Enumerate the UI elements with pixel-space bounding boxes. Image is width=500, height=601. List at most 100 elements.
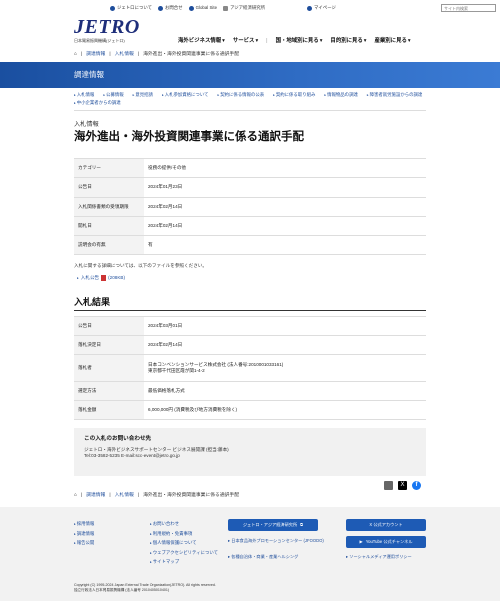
logo-mark: JETRO <box>74 16 140 38</box>
details-value: 役務の提供/その他 <box>144 158 426 179</box>
ide-button-label: ジェトロ・アジア経済研究所 <box>242 522 298 528</box>
subnav-opinion[interactable]: 意見招請 <box>133 92 153 98</box>
nav-services[interactable]: サービス ▾ <box>233 38 258 45</box>
nav-label: 国・地域別に見る <box>275 38 319 44</box>
table-row: 落札金額 6,000,000円 (消費税及び地方消費税を除く) <box>74 400 426 420</box>
utility-ide-link[interactable]: アジア経済研究所 <box>223 5 265 11</box>
subnav-bids[interactable]: 入札情報 <box>74 92 95 98</box>
nav-by-industry[interactable]: 産業別に見る ▾ <box>375 38 411 45</box>
result-heading: 入札結果 <box>74 297 111 307</box>
table-row: 選定方法 最低価格落札方式 <box>74 381 426 401</box>
user-icon <box>307 5 313 11</box>
subnav-contract-disclosure[interactable]: 契約に係る情報の公表 <box>217 92 264 98</box>
nav-separator: | <box>266 38 268 44</box>
table-row: 公告日 2024年03月01日 <box>74 316 426 336</box>
table-row: 公告日 2024年01月23日 <box>74 177 426 198</box>
table-row: 落札決定日 2024年02月14日 <box>74 335 426 355</box>
results-key: 落札決定日 <box>74 335 144 355</box>
result-heading-underline <box>74 310 426 311</box>
nav-by-country[interactable]: 国・地域別に見る ▾ <box>276 38 323 45</box>
utility-about-link[interactable]: ジェトロについて <box>110 5 152 11</box>
subnav-disability[interactable]: 障害者就労施設からの調達 <box>367 92 423 98</box>
contact-heading: この入札のお問い合わせ先 <box>84 436 152 442</box>
details-value: 2024年01月23日 <box>144 177 426 198</box>
breadcrumb-bottom: ⌂ | 調達情報 | 入札情報 | 海外進出・海外投資関連事業に係る通訳手配 <box>74 493 240 499</box>
subnav-public-offers[interactable]: 公募情報 <box>103 92 124 98</box>
utility-contact-label: お問合せ <box>165 5 183 11</box>
footer-link-careers[interactable]: 採用情報 <box>74 521 95 527</box>
logo-subtitle: 日本貿易振興機構(ジェトロ) <box>74 38 125 43</box>
subnav-qualification[interactable]: 入札参加資格について <box>162 92 209 98</box>
jetro-logo[interactable]: JETRO 日本貿易振興機構(ジェトロ) <box>74 17 140 43</box>
footer-col-2: お問い合わせ 利用規約・免責事項 個人情報保護について ウェブアクセシビリティに… <box>150 521 218 569</box>
home-icon[interactable]: ⌂ <box>74 52 77 58</box>
subnav-contract-efforts[interactable]: 契約に係る取り組み <box>273 92 316 98</box>
pdf-size: (208KB) <box>108 275 126 281</box>
nav-by-purpose[interactable]: 目的別に見る ▾ <box>330 38 366 45</box>
mypage-link[interactable]: マイページ <box>307 5 336 11</box>
external-link-icon: ⧉ <box>300 522 304 528</box>
footer-link-jfoodo[interactable]: ▸ 日本食品海外プロモーションセンター (JFOODO) <box>228 538 338 543</box>
details-note: 入札に関する詳細については、以下のファイルを参照ください。 <box>74 263 207 268</box>
results-key: 公告日 <box>74 316 144 336</box>
pdf-icon <box>101 275 107 281</box>
subnav-info-goods[interactable]: 情報物品の調達 <box>324 92 358 98</box>
results-table: 公告日 2024年03月01日 落札決定日 2024年02月14日 落札者 日本… <box>74 316 426 420</box>
details-value: 2024年02月14日 <box>144 197 426 217</box>
procurement-subnav: 入札情報 公募情報 意見招請 入札参加資格について 契約に係る情報の公表 契約に… <box>74 90 426 105</box>
breadcrumb: ⌂ | 調達情報 | 入札情報 | 海外進出・海外投資関連事業に係る通訳手配 <box>74 52 240 58</box>
breadcrumb-bids[interactable]: 入札情報 <box>115 493 134 499</box>
results-key: 選定方法 <box>74 381 144 401</box>
print-icon[interactable] <box>384 481 393 490</box>
table-row: 開札日 2024年02月14日 <box>74 216 426 237</box>
breadcrumb-bids[interactable]: 入札情報 <box>115 52 134 58</box>
footer-link-local[interactable]: ▸ 各種自治体・商業・産業ヘルシング <box>228 554 298 559</box>
footer-link-disclosure[interactable]: 報告公開 <box>74 540 95 546</box>
winner-address: 東京都千代田区霞が関1-4-2 <box>148 368 205 373</box>
details-key: 公告日 <box>74 177 144 198</box>
copyright: Copyright (C) 1995-2024 Japan External T… <box>74 583 216 594</box>
utility-bar: ジェトロについて お問合せ Global Site アジア経済研究所 マイページ… <box>110 3 496 13</box>
section-banner: 調達情報 <box>0 62 500 88</box>
nav-overseas-business[interactable]: 海外ビジネス情報 ▾ <box>178 38 225 45</box>
footer-link-sitemap[interactable]: サイトマップ <box>150 559 218 565</box>
footer-link-accessibility[interactable]: ウェブアクセシビリティについて <box>150 550 218 556</box>
building-icon <box>223 5 229 11</box>
footer-link-social-policy[interactable]: ▸ ソーシャルメディア運用ポリシー <box>346 554 412 559</box>
utility-global-link[interactable]: Global Site <box>188 5 218 11</box>
nav-label: 目的別に見る <box>330 38 363 44</box>
table-row: 入札関係書類の受領期限 2024年02月14日 <box>74 197 426 217</box>
results-key: 落札者 <box>74 354 144 382</box>
x-share-icon[interactable]: X <box>398 481 407 490</box>
subnav-sme[interactable]: 中小企業者からの調達 <box>74 100 121 106</box>
footer-link-procurement[interactable]: 調達情報 <box>74 531 95 537</box>
home-icon[interactable]: ⌂ <box>74 493 77 499</box>
utility-global-label: Global Site <box>195 5 218 11</box>
ide-button[interactable]: ジェトロ・アジア経済研究所 ⧉ <box>228 519 318 531</box>
utility-about-label: ジェトロについて <box>117 5 152 11</box>
mail-icon <box>158 5 163 11</box>
globe-icon <box>188 5 194 11</box>
footer-col-1: 採用情報 調達情報 報告公開 <box>74 521 95 550</box>
footer-link-contact[interactable]: お問い合わせ <box>150 521 218 527</box>
pdf-link-label: 入札公告 <box>80 275 100 281</box>
breadcrumb-procurement[interactable]: 調達情報 <box>86 52 105 58</box>
footer-link-terms[interactable]: 利用規約・免責事項 <box>150 531 218 537</box>
results-key: 落札金額 <box>74 400 144 420</box>
main-nav: 海外ビジネス情報 ▾ サービス ▾ | 国・地域別に見る ▾ 目的別に見る ▾ … <box>178 38 411 45</box>
org-text: 独立行政法人日本貿易振興機構 (法人番号 2010405010401) <box>74 588 170 593</box>
site-search-input[interactable]: サイト内検索 <box>441 4 496 12</box>
breadcrumb-procurement[interactable]: 調達情報 <box>86 493 105 499</box>
table-row: 落札者 日本コンベンションサービス株式会社 (法人番号:201000103316… <box>74 354 426 382</box>
x-account-button[interactable]: X 公式アカウント <box>346 519 426 531</box>
utility-ide-label: アジア経済研究所 <box>230 5 266 11</box>
youtube-button[interactable]: ▶ YouTube 公式チャンネル <box>346 536 426 548</box>
share-buttons: X f <box>384 481 421 490</box>
facebook-share-icon[interactable]: f <box>412 481 421 490</box>
footer-link-privacy[interactable]: 個人情報保護について <box>150 540 218 546</box>
breadcrumb-current: 海外進出・海外投資関連事業に係る通訳手配 <box>143 52 240 57</box>
table-row: 説明会の有無 有 <box>74 235 426 256</box>
pdf-link[interactable]: ▸ 入札公告 (208KB) <box>77 275 125 281</box>
utility-contact-link[interactable]: お問合せ <box>158 5 183 11</box>
contact-line: Tel:03-3582-5235 E-mail:scc-event@jetro.… <box>84 453 180 459</box>
